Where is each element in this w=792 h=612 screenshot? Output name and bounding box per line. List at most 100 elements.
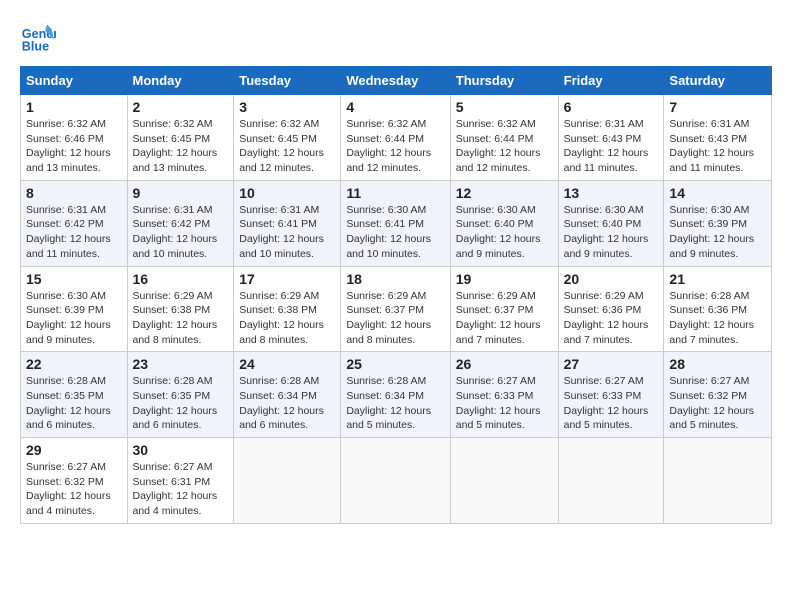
header-friday: Friday — [558, 67, 664, 95]
day-detail: Sunrise: 6:29 AM Sunset: 6:38 PM Dayligh… — [133, 289, 229, 348]
calendar-cell: 23 Sunrise: 6:28 AM Sunset: 6:35 PM Dayl… — [127, 352, 234, 438]
day-number: 16 — [133, 271, 229, 287]
day-detail: Sunrise: 6:32 AM Sunset: 6:44 PM Dayligh… — [456, 117, 553, 176]
day-number: 13 — [564, 185, 659, 201]
day-number: 4 — [346, 99, 444, 115]
day-detail: Sunrise: 6:29 AM Sunset: 6:37 PM Dayligh… — [346, 289, 444, 348]
day-detail: Sunrise: 6:29 AM Sunset: 6:37 PM Dayligh… — [456, 289, 553, 348]
calendar-cell: 22 Sunrise: 6:28 AM Sunset: 6:35 PM Dayl… — [21, 352, 128, 438]
header-saturday: Saturday — [664, 67, 772, 95]
calendar-cell: 28 Sunrise: 6:27 AM Sunset: 6:32 PM Dayl… — [664, 352, 772, 438]
calendar-cell: 7 Sunrise: 6:31 AM Sunset: 6:43 PM Dayli… — [664, 95, 772, 181]
day-number: 20 — [564, 271, 659, 287]
day-detail: Sunrise: 6:27 AM Sunset: 6:32 PM Dayligh… — [26, 460, 122, 519]
day-detail: Sunrise: 6:28 AM Sunset: 6:34 PM Dayligh… — [346, 374, 444, 433]
calendar-cell: 18 Sunrise: 6:29 AM Sunset: 6:37 PM Dayl… — [341, 266, 450, 352]
day-number: 26 — [456, 356, 553, 372]
day-detail: Sunrise: 6:30 AM Sunset: 6:39 PM Dayligh… — [669, 203, 766, 262]
calendar-cell: 4 Sunrise: 6:32 AM Sunset: 6:44 PM Dayli… — [341, 95, 450, 181]
page-header: General Blue — [20, 20, 772, 56]
calendar-header-row: SundayMondayTuesdayWednesdayThursdayFrid… — [21, 67, 772, 95]
day-number: 10 — [239, 185, 335, 201]
calendar-cell: 13 Sunrise: 6:30 AM Sunset: 6:40 PM Dayl… — [558, 180, 664, 266]
calendar-cell: 27 Sunrise: 6:27 AM Sunset: 6:33 PM Dayl… — [558, 352, 664, 438]
day-number: 8 — [26, 185, 122, 201]
logo: General Blue — [20, 20, 60, 56]
day-detail: Sunrise: 6:27 AM Sunset: 6:31 PM Dayligh… — [133, 460, 229, 519]
day-number: 2 — [133, 99, 229, 115]
day-number: 17 — [239, 271, 335, 287]
calendar-cell: 24 Sunrise: 6:28 AM Sunset: 6:34 PM Dayl… — [234, 352, 341, 438]
calendar-week-row: 15 Sunrise: 6:30 AM Sunset: 6:39 PM Dayl… — [21, 266, 772, 352]
calendar-week-row: 22 Sunrise: 6:28 AM Sunset: 6:35 PM Dayl… — [21, 352, 772, 438]
calendar-cell: 26 Sunrise: 6:27 AM Sunset: 6:33 PM Dayl… — [450, 352, 558, 438]
calendar-week-row: 1 Sunrise: 6:32 AM Sunset: 6:46 PM Dayli… — [21, 95, 772, 181]
day-detail: Sunrise: 6:27 AM Sunset: 6:33 PM Dayligh… — [564, 374, 659, 433]
day-number: 11 — [346, 185, 444, 201]
calendar-cell: 5 Sunrise: 6:32 AM Sunset: 6:44 PM Dayli… — [450, 95, 558, 181]
day-number: 9 — [133, 185, 229, 201]
calendar-cell: 17 Sunrise: 6:29 AM Sunset: 6:38 PM Dayl… — [234, 266, 341, 352]
day-detail: Sunrise: 6:28 AM Sunset: 6:35 PM Dayligh… — [26, 374, 122, 433]
day-detail: Sunrise: 6:30 AM Sunset: 6:39 PM Dayligh… — [26, 289, 122, 348]
calendar-cell: 2 Sunrise: 6:32 AM Sunset: 6:45 PM Dayli… — [127, 95, 234, 181]
calendar-week-row: 8 Sunrise: 6:31 AM Sunset: 6:42 PM Dayli… — [21, 180, 772, 266]
calendar-cell: 14 Sunrise: 6:30 AM Sunset: 6:39 PM Dayl… — [664, 180, 772, 266]
header-monday: Monday — [127, 67, 234, 95]
day-number: 19 — [456, 271, 553, 287]
header-sunday: Sunday — [21, 67, 128, 95]
calendar-cell: 29 Sunrise: 6:27 AM Sunset: 6:32 PM Dayl… — [21, 438, 128, 524]
calendar-cell: 8 Sunrise: 6:31 AM Sunset: 6:42 PM Dayli… — [21, 180, 128, 266]
day-detail: Sunrise: 6:30 AM Sunset: 6:40 PM Dayligh… — [456, 203, 553, 262]
calendar-cell: 20 Sunrise: 6:29 AM Sunset: 6:36 PM Dayl… — [558, 266, 664, 352]
calendar-cell: 6 Sunrise: 6:31 AM Sunset: 6:43 PM Dayli… — [558, 95, 664, 181]
calendar-cell: 3 Sunrise: 6:32 AM Sunset: 6:45 PM Dayli… — [234, 95, 341, 181]
calendar-cell — [341, 438, 450, 524]
day-number: 28 — [669, 356, 766, 372]
day-detail: Sunrise: 6:31 AM Sunset: 6:43 PM Dayligh… — [564, 117, 659, 176]
day-number: 6 — [564, 99, 659, 115]
day-number: 7 — [669, 99, 766, 115]
calendar-cell: 19 Sunrise: 6:29 AM Sunset: 6:37 PM Dayl… — [450, 266, 558, 352]
day-detail: Sunrise: 6:32 AM Sunset: 6:44 PM Dayligh… — [346, 117, 444, 176]
calendar-cell — [664, 438, 772, 524]
header-thursday: Thursday — [450, 67, 558, 95]
calendar-cell: 25 Sunrise: 6:28 AM Sunset: 6:34 PM Dayl… — [341, 352, 450, 438]
calendar-cell: 30 Sunrise: 6:27 AM Sunset: 6:31 PM Dayl… — [127, 438, 234, 524]
day-number: 25 — [346, 356, 444, 372]
day-detail: Sunrise: 6:30 AM Sunset: 6:40 PM Dayligh… — [564, 203, 659, 262]
day-detail: Sunrise: 6:32 AM Sunset: 6:46 PM Dayligh… — [26, 117, 122, 176]
header-wednesday: Wednesday — [341, 67, 450, 95]
header-tuesday: Tuesday — [234, 67, 341, 95]
day-number: 14 — [669, 185, 766, 201]
day-detail: Sunrise: 6:27 AM Sunset: 6:33 PM Dayligh… — [456, 374, 553, 433]
calendar-body: 1 Sunrise: 6:32 AM Sunset: 6:46 PM Dayli… — [21, 95, 772, 524]
calendar-cell: 1 Sunrise: 6:32 AM Sunset: 6:46 PM Dayli… — [21, 95, 128, 181]
day-detail: Sunrise: 6:27 AM Sunset: 6:32 PM Dayligh… — [669, 374, 766, 433]
calendar-cell: 21 Sunrise: 6:28 AM Sunset: 6:36 PM Dayl… — [664, 266, 772, 352]
day-number: 30 — [133, 442, 229, 458]
day-detail: Sunrise: 6:31 AM Sunset: 6:41 PM Dayligh… — [239, 203, 335, 262]
day-detail: Sunrise: 6:31 AM Sunset: 6:42 PM Dayligh… — [133, 203, 229, 262]
calendar-cell: 10 Sunrise: 6:31 AM Sunset: 6:41 PM Dayl… — [234, 180, 341, 266]
day-detail: Sunrise: 6:31 AM Sunset: 6:42 PM Dayligh… — [26, 203, 122, 262]
day-detail: Sunrise: 6:32 AM Sunset: 6:45 PM Dayligh… — [239, 117, 335, 176]
calendar-cell: 12 Sunrise: 6:30 AM Sunset: 6:40 PM Dayl… — [450, 180, 558, 266]
day-number: 22 — [26, 356, 122, 372]
logo-icon: General Blue — [20, 20, 56, 56]
day-number: 29 — [26, 442, 122, 458]
calendar-cell: 11 Sunrise: 6:30 AM Sunset: 6:41 PM Dayl… — [341, 180, 450, 266]
calendar-table: SundayMondayTuesdayWednesdayThursdayFrid… — [20, 66, 772, 524]
day-number: 23 — [133, 356, 229, 372]
day-detail: Sunrise: 6:29 AM Sunset: 6:36 PM Dayligh… — [564, 289, 659, 348]
day-number: 27 — [564, 356, 659, 372]
calendar-cell: 9 Sunrise: 6:31 AM Sunset: 6:42 PM Dayli… — [127, 180, 234, 266]
calendar-cell — [234, 438, 341, 524]
calendar-cell — [558, 438, 664, 524]
day-number: 15 — [26, 271, 122, 287]
day-number: 24 — [239, 356, 335, 372]
calendar-week-row: 29 Sunrise: 6:27 AM Sunset: 6:32 PM Dayl… — [21, 438, 772, 524]
day-number: 1 — [26, 99, 122, 115]
day-detail: Sunrise: 6:28 AM Sunset: 6:34 PM Dayligh… — [239, 374, 335, 433]
day-detail: Sunrise: 6:28 AM Sunset: 6:36 PM Dayligh… — [669, 289, 766, 348]
